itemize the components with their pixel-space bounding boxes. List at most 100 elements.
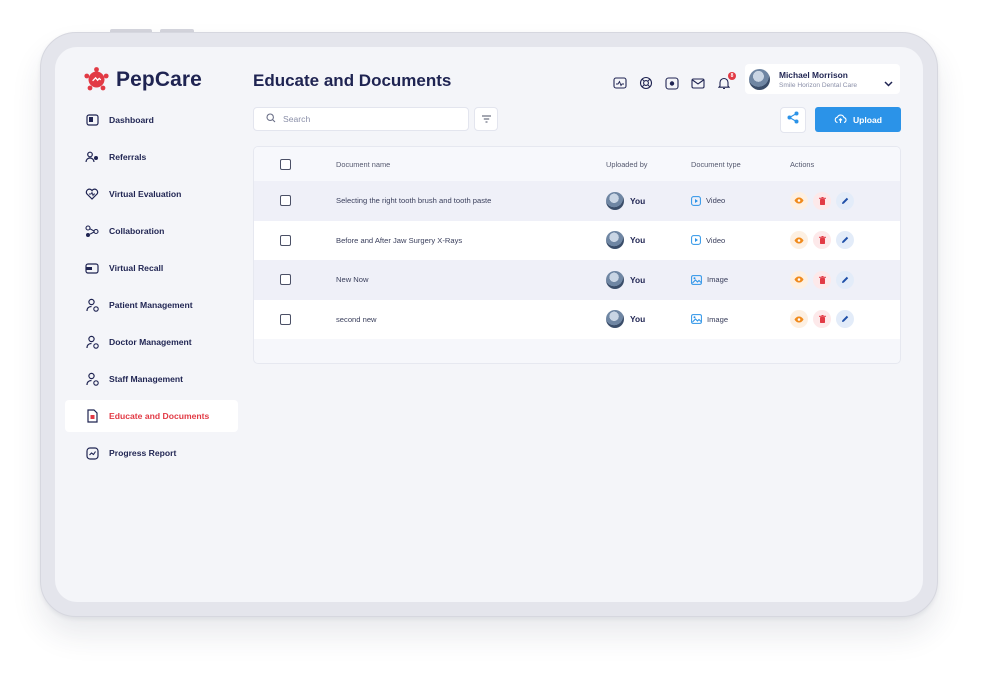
sidebar-item-doctor-management[interactable]: Doctor Management xyxy=(65,326,238,358)
header-icons: 8 xyxy=(613,72,736,90)
document-type: Image xyxy=(691,260,728,300)
document-type-label: Image xyxy=(707,275,729,285)
sidebar-item-label: Referrals xyxy=(109,152,147,162)
document-type-label: Video xyxy=(706,235,726,245)
video-icon xyxy=(691,235,701,246)
sidebar-item-progress-report[interactable]: Progress Report xyxy=(65,437,238,469)
sidebar-item-patient-management[interactable]: Patient Management xyxy=(65,289,238,321)
row-checkbox[interactable] xyxy=(280,234,291,246)
pencil-icon xyxy=(842,316,849,323)
doctor-management-icon xyxy=(85,335,99,349)
table-row[interactable]: New Now You Image xyxy=(254,260,900,300)
document-type: Image xyxy=(691,300,728,340)
share-icon xyxy=(787,111,799,129)
delete-button[interactable] xyxy=(813,191,831,210)
document-type: Video xyxy=(691,181,725,221)
table-row[interactable]: Selecting the right tooth brush and toot… xyxy=(254,181,900,221)
table-header: Document name Uploaded by Document type … xyxy=(254,147,900,181)
chevron-down-icon xyxy=(884,74,893,92)
column-header-document-name: Document name xyxy=(336,159,391,169)
app-name: PepCare xyxy=(116,67,202,91)
edit-button[interactable] xyxy=(836,270,854,289)
page-title: Educate and Documents xyxy=(253,71,452,90)
view-button[interactable] xyxy=(790,191,808,210)
column-header-document-type: Document type xyxy=(691,159,741,169)
filter-button[interactable] xyxy=(474,107,498,131)
row-actions xyxy=(790,300,859,340)
uploader-name: You xyxy=(630,314,646,325)
record-icon[interactable] xyxy=(665,76,679,90)
tablet-frame: PepCare Dashboard Referrals Virtual Eval… xyxy=(40,32,938,617)
trash-icon xyxy=(818,196,826,205)
sidebar-item-collaboration[interactable]: Collaboration xyxy=(65,215,238,247)
edit-button[interactable] xyxy=(836,310,854,329)
upload-button[interactable]: Upload xyxy=(815,107,901,132)
sidebar-item-virtual-evaluation[interactable]: Virtual Evaluation xyxy=(65,178,238,210)
view-button[interactable] xyxy=(790,231,808,250)
table-row[interactable]: Before and After Jaw Surgery X-Rays You … xyxy=(254,220,900,261)
user-name: Michael Morrison xyxy=(779,69,848,80)
document-name[interactable]: second new xyxy=(336,300,377,340)
document-type: Video xyxy=(691,221,725,261)
pepcare-logo-icon xyxy=(84,67,109,91)
view-button[interactable] xyxy=(790,270,808,289)
uploader: You xyxy=(606,300,645,340)
sidebar-item-label: Staff Management xyxy=(109,374,184,384)
document-icon xyxy=(85,409,99,423)
sidebar-item-label: Doctor Management xyxy=(109,337,192,347)
referrals-icon xyxy=(85,150,99,164)
delete-button[interactable] xyxy=(813,270,831,289)
trash-icon xyxy=(818,275,826,284)
trash-icon xyxy=(818,236,826,245)
edit-button[interactable] xyxy=(836,191,854,210)
view-button[interactable] xyxy=(790,310,808,329)
table-row[interactable]: second new You Image xyxy=(254,299,900,340)
sidebar-item-label: Virtual Recall xyxy=(109,263,164,273)
sidebar-item-label: Collaboration xyxy=(109,226,165,236)
row-checkbox[interactable] xyxy=(280,195,291,207)
uploader-name: You xyxy=(630,235,646,246)
pencil-icon xyxy=(842,197,849,204)
sidebar-item-label: Dashboard xyxy=(109,115,154,125)
row-actions xyxy=(790,260,859,300)
delete-button[interactable] xyxy=(813,310,831,329)
document-name[interactable]: Before and After Jaw Surgery X-Rays xyxy=(336,221,462,261)
share-button[interactable] xyxy=(780,107,806,133)
support-icon[interactable] xyxy=(639,76,653,90)
mail-icon[interactable] xyxy=(691,76,705,90)
sidebar-item-referrals[interactable]: Referrals xyxy=(65,141,238,173)
sidebar-item-label: Virtual Evaluation xyxy=(109,189,182,199)
search-icon xyxy=(266,110,276,128)
sidebar-item-virtual-recall[interactable]: Virtual Recall xyxy=(65,252,238,284)
eye-icon xyxy=(794,237,804,244)
search-input[interactable] xyxy=(283,114,453,124)
select-all-checkbox[interactable] xyxy=(280,158,291,170)
virtual-evaluation-icon xyxy=(85,187,99,201)
document-name[interactable]: New Now xyxy=(336,260,369,300)
filter-icon xyxy=(481,110,492,128)
uploader: You xyxy=(606,181,645,221)
row-checkbox[interactable] xyxy=(280,274,291,286)
app-logo[interactable]: PepCare xyxy=(83,66,202,93)
virtual-recall-icon xyxy=(85,261,99,275)
avatar xyxy=(606,310,624,329)
row-actions xyxy=(790,181,859,221)
video-icon xyxy=(691,195,701,206)
bell-icon[interactable]: 8 xyxy=(717,72,736,90)
delete-button[interactable] xyxy=(813,231,831,250)
monitor-icon[interactable] xyxy=(613,76,627,90)
cloud-upload-icon xyxy=(834,114,847,126)
sidebar-item-staff-management[interactable]: Staff Management xyxy=(65,363,238,395)
user-profile-menu[interactable]: Michael Morrison Smile Horizon Dental Ca… xyxy=(745,64,900,94)
mockup-stage: PepCare Dashboard Referrals Virtual Eval… xyxy=(0,0,982,683)
sidebar-item-educate-and-documents[interactable]: Educate and Documents xyxy=(65,400,238,432)
column-header-actions: Actions xyxy=(790,159,815,169)
edit-button[interactable] xyxy=(836,231,854,250)
pencil-icon xyxy=(842,276,849,283)
eye-icon xyxy=(794,276,804,283)
uploader-name: You xyxy=(630,274,646,285)
sidebar-item-dashboard[interactable]: Dashboard xyxy=(65,104,238,136)
document-name[interactable]: Selecting the right tooth brush and toot… xyxy=(336,181,491,221)
progress-report-icon xyxy=(85,446,99,460)
row-checkbox[interactable] xyxy=(280,313,291,325)
